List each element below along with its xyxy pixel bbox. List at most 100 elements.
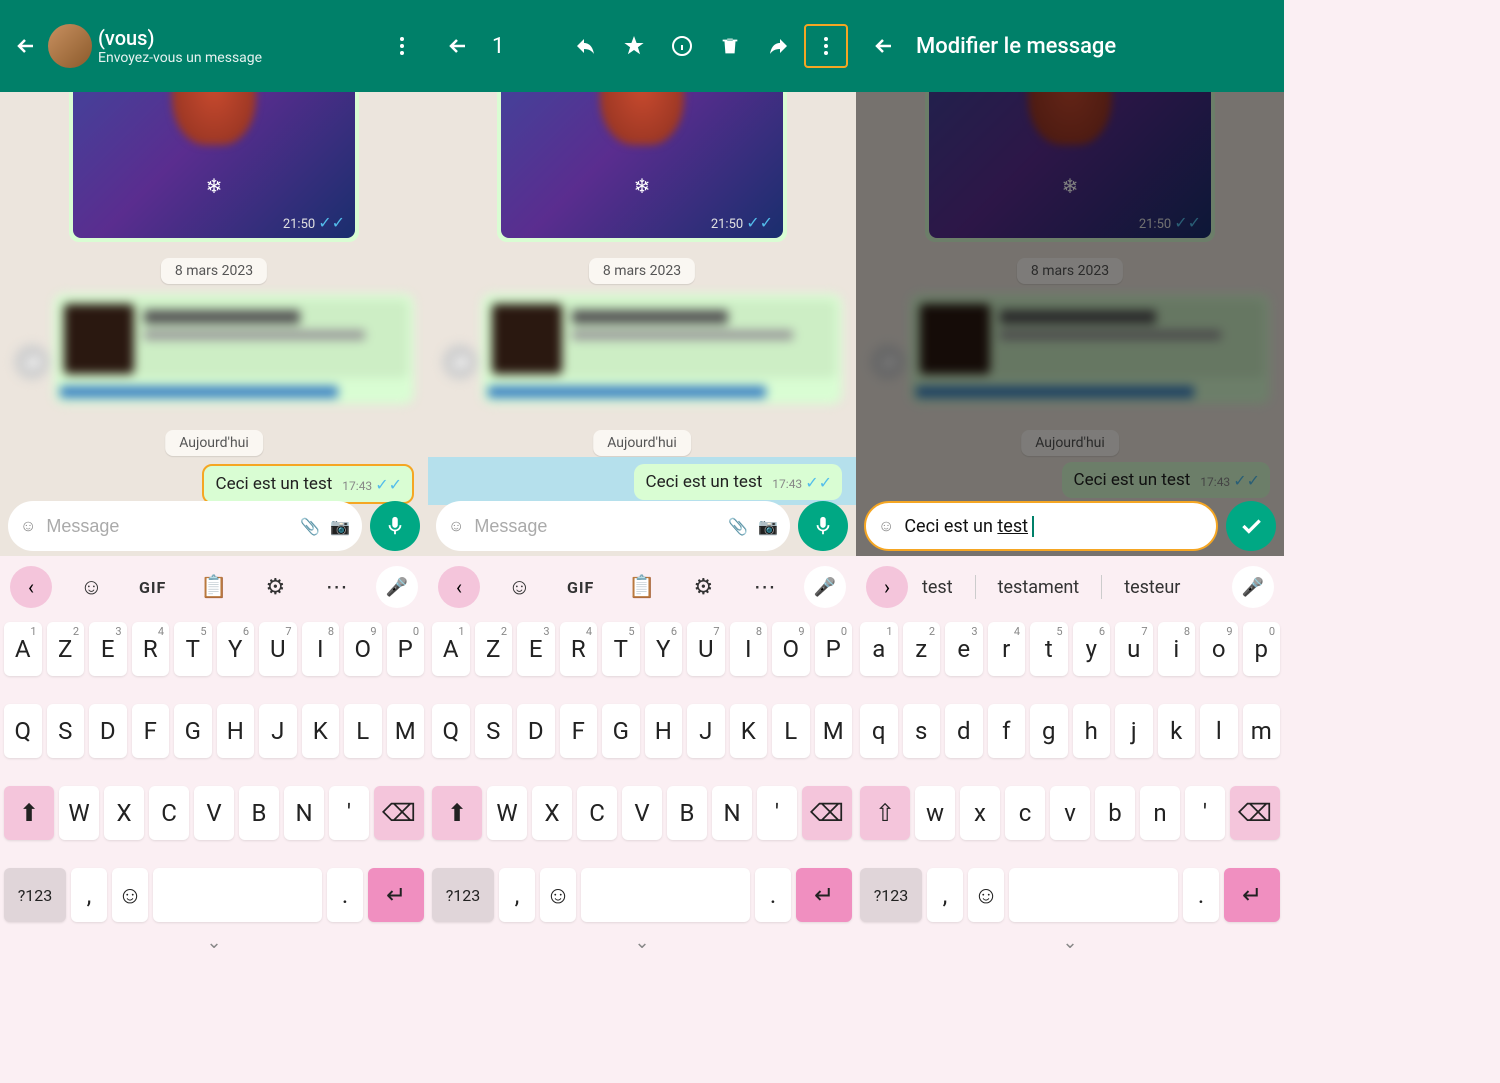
key-u[interactable]: u7 <box>1115 622 1153 676</box>
key-p[interactable]: p0 <box>1243 622 1281 676</box>
message-input[interactable] <box>46 516 290 537</box>
mic-button[interactable] <box>798 501 848 551</box>
key-V[interactable]: V <box>194 786 234 840</box>
comma-key[interactable]: , <box>71 868 107 922</box>
more-icon[interactable]: ⋯ <box>315 575 359 600</box>
settings-icon[interactable]: ⚙ <box>681 575 725 600</box>
attach-icon[interactable]: 📎 <box>300 517 320 536</box>
link-message[interactable] <box>54 294 414 404</box>
back-button[interactable] <box>868 30 900 62</box>
comma-key[interactable]: , <box>499 868 535 922</box>
key-b[interactable]: b <box>1095 786 1135 840</box>
period-key[interactable]: . <box>1183 868 1219 922</box>
key-G[interactable]: G <box>602 704 640 758</box>
mic-button[interactable] <box>370 501 420 551</box>
emoji-key[interactable]: ☺ <box>112 868 148 922</box>
emoji-icon[interactable]: ☺ <box>448 516 464 536</box>
key-m[interactable]: m <box>1243 704 1281 758</box>
photo-message[interactable]: ❄ 21:50✓✓ <box>69 92 359 242</box>
key-N[interactable]: N <box>284 786 324 840</box>
key-A[interactable]: A1 <box>432 622 470 676</box>
star-icon[interactable] <box>612 24 656 68</box>
emoji-icon[interactable]: ☺ <box>878 516 894 536</box>
key-'[interactable]: ' <box>329 786 369 840</box>
clipboard-icon[interactable]: 📋 <box>620 575 664 600</box>
key-g[interactable]: g <box>1030 704 1068 758</box>
enter-key[interactable]: ↵ <box>796 868 852 922</box>
key-s[interactable]: s <box>903 704 941 758</box>
camera-icon[interactable]: 📷 <box>758 517 778 536</box>
delete-icon[interactable] <box>708 24 752 68</box>
key-c[interactable]: c <box>1005 786 1045 840</box>
backspace-key[interactable]: ⌫ <box>1230 786 1280 840</box>
key-C[interactable]: C <box>577 786 617 840</box>
key-B[interactable]: B <box>239 786 279 840</box>
avatar[interactable] <box>48 24 92 68</box>
key-T[interactable]: T5 <box>602 622 640 676</box>
key-v[interactable]: v <box>1050 786 1090 840</box>
emoji-icon[interactable]: ☺ <box>20 516 36 536</box>
key-U[interactable]: U7 <box>687 622 725 676</box>
key-z[interactable]: z2 <box>903 622 941 676</box>
key-B[interactable]: B <box>667 786 707 840</box>
shift-key[interactable]: ⬆ <box>4 786 54 840</box>
photo-message[interactable]: ❄ 21:50✓✓ <box>497 92 787 242</box>
key-k[interactable]: k <box>1158 704 1196 758</box>
key-M[interactable]: M <box>815 704 853 758</box>
key-S[interactable]: S <box>475 704 513 758</box>
key-y[interactable]: y6 <box>1073 622 1111 676</box>
key-S[interactable]: S <box>47 704 85 758</box>
key-e[interactable]: e3 <box>945 622 983 676</box>
key-X[interactable]: X <box>104 786 144 840</box>
key-E[interactable]: E3 <box>89 622 127 676</box>
key-q[interactable]: q <box>860 704 898 758</box>
numeric-key[interactable]: ?123 <box>432 868 494 922</box>
enter-key[interactable]: ↵ <box>368 868 424 922</box>
key-n[interactable]: n <box>1140 786 1180 840</box>
key-W[interactable]: W <box>59 786 99 840</box>
camera-icon[interactable]: 📷 <box>330 517 350 536</box>
key-w[interactable]: w <box>915 786 955 840</box>
kb-mic-button[interactable]: 🎤 <box>804 566 846 608</box>
forward-icon[interactable] <box>14 344 50 380</box>
chat-area[interactable]: ❄ 21:50✓✓ 8 mars 2023 Aujourd'hui Ceci e… <box>428 92 856 556</box>
reply-icon[interactable] <box>564 24 608 68</box>
period-key[interactable]: . <box>327 868 363 922</box>
key-E[interactable]: E3 <box>517 622 555 676</box>
kb-mic-button[interactable]: 🎤 <box>376 566 418 608</box>
key-P[interactable]: P0 <box>387 622 425 676</box>
key-i[interactable]: i8 <box>1158 622 1196 676</box>
key-J[interactable]: J <box>259 704 297 758</box>
key-H[interactable]: H <box>217 704 255 758</box>
key-l[interactable]: l <box>1200 704 1238 758</box>
text-message[interactable]: Ceci est un test 17:43✓✓ <box>634 464 843 500</box>
key-o[interactable]: o9 <box>1200 622 1238 676</box>
key-Z[interactable]: Z2 <box>475 622 513 676</box>
backspace-key[interactable]: ⌫ <box>374 786 424 840</box>
edit-message-input[interactable]: Ceci est un test <box>904 516 1204 537</box>
key-t[interactable]: t5 <box>1030 622 1068 676</box>
key-x[interactable]: x <box>960 786 1000 840</box>
key-F[interactable]: F <box>560 704 598 758</box>
enter-key[interactable]: ↵ <box>1224 868 1280 922</box>
gif-button[interactable]: GIF <box>131 578 175 597</box>
key-T[interactable]: T5 <box>174 622 212 676</box>
key-a[interactable]: a1 <box>860 622 898 676</box>
gif-button[interactable]: GIF <box>559 578 603 597</box>
info-icon[interactable] <box>660 24 704 68</box>
key-I[interactable]: I8 <box>302 622 340 676</box>
key-K[interactable]: K <box>302 704 340 758</box>
kb-nav-left[interactable]: ‹ <box>10 566 52 608</box>
key-A[interactable]: A1 <box>4 622 42 676</box>
key-J[interactable]: J <box>687 704 725 758</box>
key-Q[interactable]: Q <box>432 704 470 758</box>
settings-icon[interactable]: ⚙ <box>253 575 297 600</box>
key-j[interactable]: j <box>1115 704 1153 758</box>
key-L[interactable]: L <box>772 704 810 758</box>
shift-key[interactable]: ⇧ <box>860 786 910 840</box>
key-G[interactable]: G <box>174 704 212 758</box>
key-f[interactable]: f <box>988 704 1026 758</box>
space-key[interactable] <box>153 868 322 922</box>
suggestion[interactable]: testament <box>990 577 1088 598</box>
message-input[interactable] <box>474 516 718 537</box>
